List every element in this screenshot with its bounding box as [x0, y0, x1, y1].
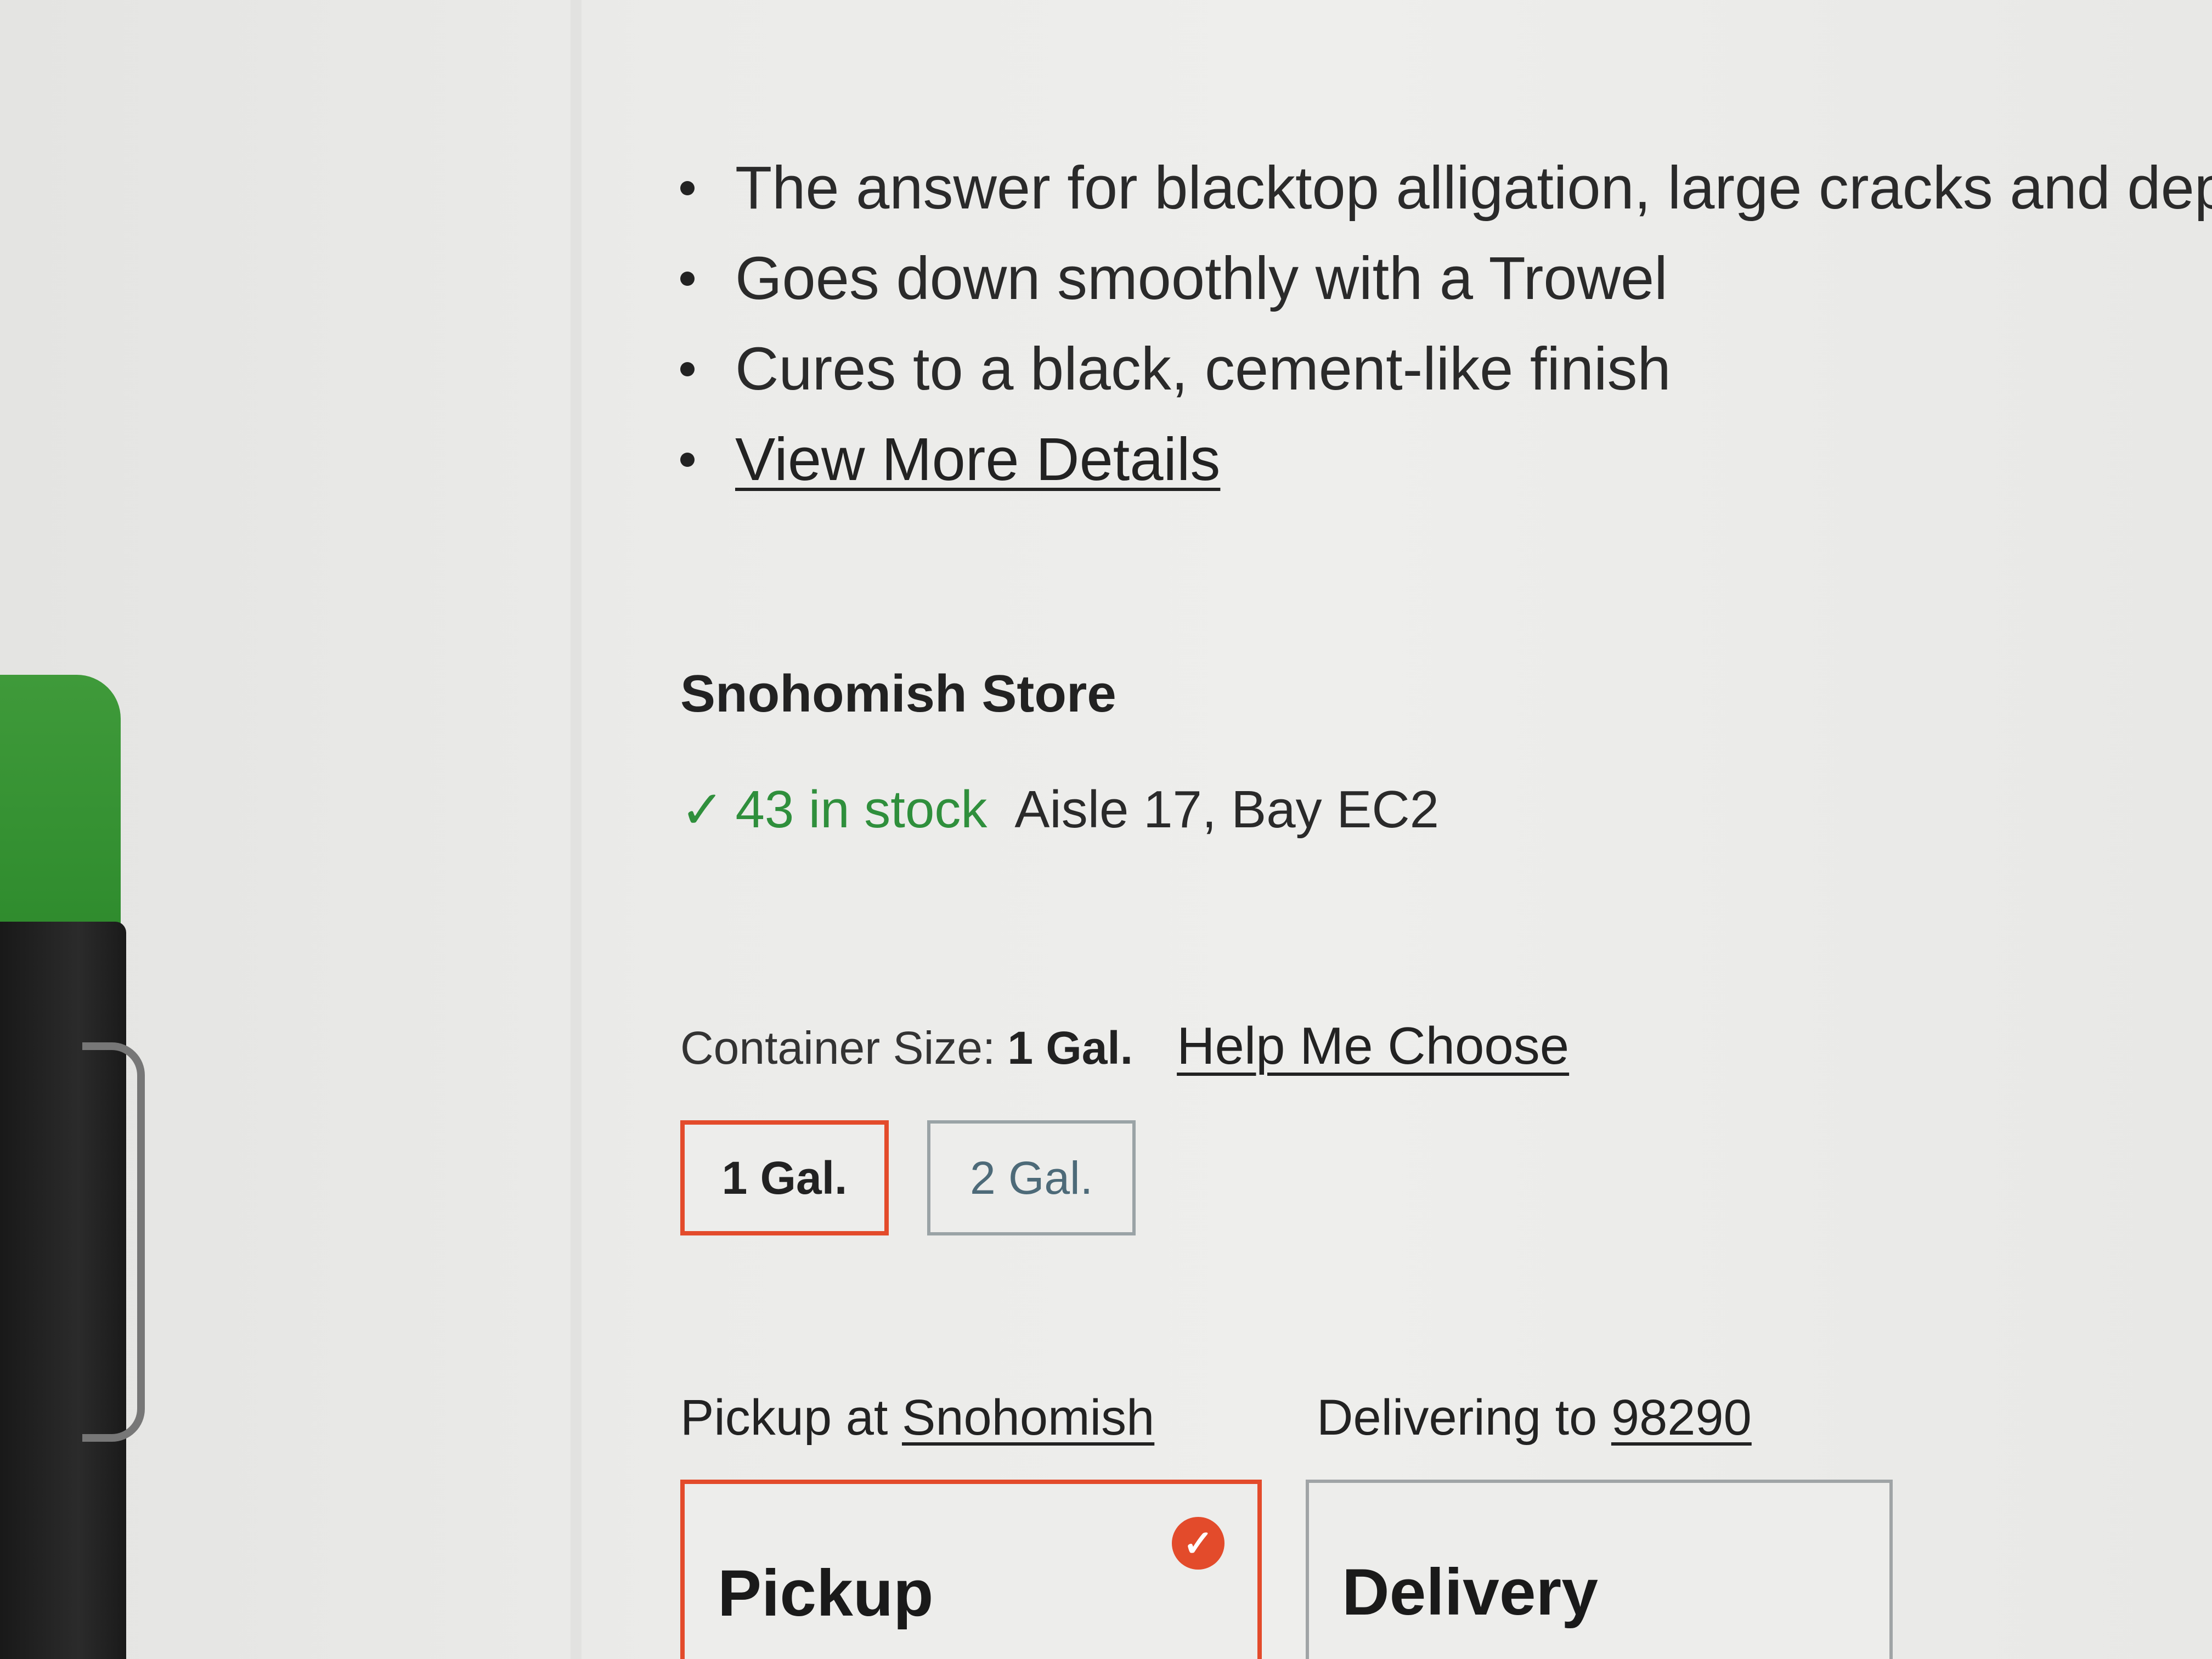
help-me-choose-link[interactable]: Help Me Choose	[1177, 1016, 1569, 1076]
pickup-store-link[interactable]: Snohomish	[902, 1390, 1154, 1446]
stock-count: 43 in stock	[735, 780, 988, 839]
pickup-location-text: Pickup at Snohomish	[680, 1389, 1317, 1447]
delivery-option-card[interactable]: Delivery	[1306, 1480, 1893, 1659]
feature-item: Cures to a black, cement-like finish	[658, 324, 2212, 414]
feature-list: The answer for blacktop alligation, larg…	[658, 143, 2212, 505]
pickup-card-label: Pickup	[718, 1556, 934, 1630]
column-divider	[571, 0, 582, 1659]
fulfillment-header: Pickup at Snohomish Delivering to 98290	[658, 1389, 2212, 1447]
container-size-value: 1 Gal.	[1007, 1022, 1133, 1074]
fulfillment-options: Pickup ✓ Delivery	[658, 1480, 2212, 1659]
size-options: 1 Gal. 2 Gal.	[658, 1120, 2212, 1235]
delivery-card-label: Delivery	[1342, 1555, 1598, 1629]
pickup-prefix: Pickup at	[680, 1390, 888, 1446]
selected-check-icon: ✓	[1172, 1517, 1224, 1570]
aisle-location: Aisle 17, Bay EC2	[1014, 780, 1440, 839]
product-page: The answer for blacktop alligation, larg…	[0, 0, 2212, 1659]
store-title: Snohomish Store	[680, 664, 1116, 723]
delivery-zip-link[interactable]: 98290	[1611, 1390, 1752, 1446]
product-lid-image	[0, 675, 121, 960]
stock-status: ✓ 43 in stock Aisle 17, Bay EC2	[658, 779, 2212, 840]
feature-item: Goes down smoothly with a Trowel	[658, 233, 2212, 324]
delivery-prefix: Delivering to	[1317, 1390, 1598, 1446]
check-icon: ✓	[680, 781, 725, 839]
container-size-row: Container Size: 1 Gal. Help Me Choose	[658, 1016, 2212, 1076]
delivery-location-text: Delivering to 98290	[1317, 1389, 1975, 1447]
pickup-option-card[interactable]: Pickup ✓	[680, 1480, 1262, 1659]
size-option-1-gal[interactable]: 1 Gal.	[680, 1120, 889, 1235]
product-handle-image	[82, 1042, 145, 1442]
feature-item-view-more: View More Details	[658, 414, 2212, 505]
container-size-label: Container Size:	[680, 1022, 996, 1074]
feature-item: The answer for blacktop alligation, larg…	[658, 143, 2212, 233]
view-more-details-link[interactable]: View More Details	[735, 426, 1220, 493]
product-details-panel: The answer for blacktop alligation, larg…	[658, 143, 2212, 1659]
product-image	[0, 658, 165, 1659]
size-option-2-gal[interactable]: 2 Gal.	[927, 1120, 1136, 1235]
